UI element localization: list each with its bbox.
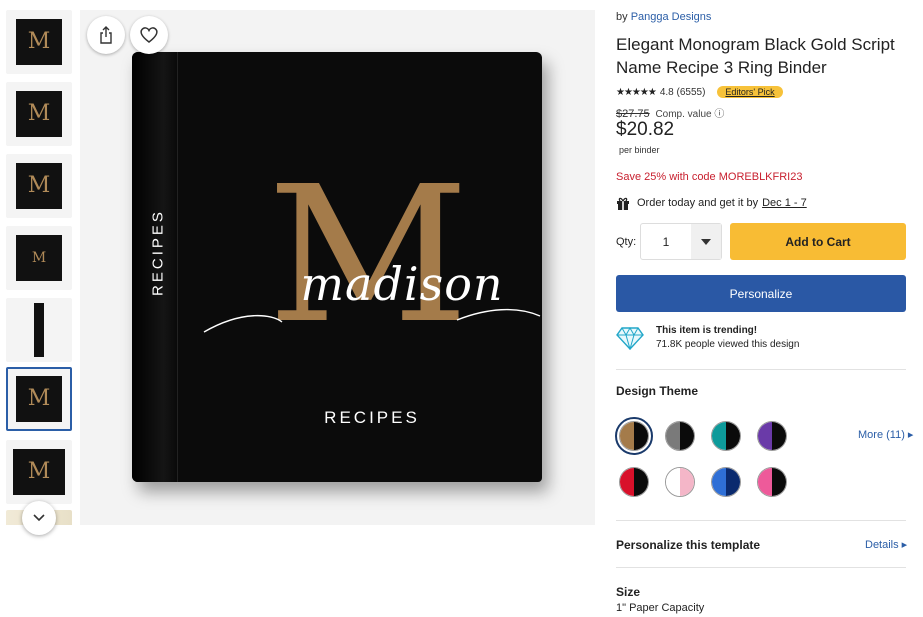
rating-value: 4.8 [659,86,674,98]
info-icon[interactable]: ⓘ [714,109,724,120]
thumbnail-3[interactable]: M [6,154,72,218]
trending-subtitle: 71.8K people viewed this design [656,339,800,350]
order-text: Order today and get it by [637,197,759,209]
thumbnail-4[interactable]: M [6,226,72,290]
product-title: Elegant Monogram Black Gold Script Name … [616,35,895,77]
thumbnail-monogram: M [27,173,51,198]
share-button[interactable] [87,16,125,54]
spine-label: RECIPES [149,209,167,296]
rating-row[interactable]: ★★★★★ 4.8 (6555) Editors' Pick [616,86,783,98]
thumbnail-5[interactable] [6,298,72,362]
theme-swatch-pink-black[interactable] [757,467,787,497]
thumbnail-binder: M [16,19,62,65]
divider [616,369,906,370]
chevron-down-icon [33,514,45,522]
front-label: RECIPES [324,408,420,427]
thumbnail-scroll-down-button[interactable] [22,501,56,535]
promo-text: Save 25% with code MOREBLKFRI23 [616,171,803,183]
delivery-line: Order today and get it by Dec 1 - 7 [616,196,807,210]
star-rating-icon: ★★★★★ [616,86,657,98]
review-count: (6555) [676,86,706,98]
designer-line: by Pangga Designs [616,11,711,23]
thumbnail-7[interactable]: M [6,440,72,504]
thumbnail-strip: M M M M M M [6,10,72,525]
trending-text: This item is trending! 71.8K people view… [656,324,799,352]
add-to-cart-button[interactable]: Add to Cart [730,223,906,260]
heart-icon [140,27,158,43]
binder-illustration: RECIPES M madison RECIPES [132,52,542,482]
theme-swatch-teal-black[interactable] [711,421,741,451]
thumbnail-monogram: M [27,459,51,484]
thumbnail-binder-open: M [13,449,65,495]
divider [616,520,906,521]
thumbnail-binder-spine [34,303,44,357]
size-title: Size [616,585,641,599]
theme-swatch-gray-black[interactable] [665,421,695,451]
comp-value-line: $27.75 Comp. value ⓘ [616,105,724,120]
personalize-template-title: Personalize this template [616,538,761,552]
size-value: 1" Paper Capacity [616,602,705,614]
script-name: madison [300,257,504,311]
thumbnail-binder: M [16,376,62,422]
qty-label: Qty: [616,236,637,248]
share-icon [100,26,112,44]
quantity-value: 1 [662,234,670,249]
delivery-dates-link[interactable]: Dec 1 - 7 [762,197,807,209]
price-unit: per binder [619,145,660,155]
price: $20.82 [616,119,675,140]
thumbnail-monogram: M [27,29,51,54]
more-themes-link[interactable]: More (11) ▸ [858,428,913,441]
thumbnail-binder: M [16,91,62,137]
theme-swatch-gold-black[interactable] [615,417,653,455]
quantity-select[interactable]: 1 [640,223,722,260]
designer-link[interactable]: Pangga Designs [631,11,712,23]
design-theme-title: Design Theme [616,384,699,398]
by-label: by [616,11,628,23]
trending-title: This item is trending! [656,325,758,336]
thumbnail-monogram: M [27,386,51,411]
thumbnail-2[interactable]: M [6,82,72,146]
thumbnail-binder: M [16,163,62,209]
gift-icon [617,197,629,210]
thumbnail-monogram: M [31,250,47,266]
quantity-dropdown-toggle[interactable] [691,224,721,259]
theme-swatch-white-pink[interactable] [665,467,695,497]
thumbnail-monogram: M [27,101,51,126]
caret-down-icon [701,238,711,245]
product-main-image[interactable]: RECIPES M madison RECIPES [80,10,595,525]
divider [616,567,906,568]
theme-swatch-red-black[interactable] [619,467,649,497]
diamond-icon [616,326,644,350]
favorite-button[interactable] [130,16,168,54]
thumbnail-1[interactable]: M [6,10,72,74]
thumbnail-binder: M [16,235,62,281]
theme-swatch-purple-black[interactable] [757,421,787,451]
details-link[interactable]: Details ▸ [865,538,907,551]
theme-swatch-blue-navy[interactable] [711,467,741,497]
thumbnail-6-selected[interactable]: M [6,367,72,431]
editors-pick-badge[interactable]: Editors' Pick [717,86,783,98]
personalize-button[interactable]: Personalize [616,275,906,312]
trending-notice: This item is trending! 71.8K people view… [616,324,799,352]
